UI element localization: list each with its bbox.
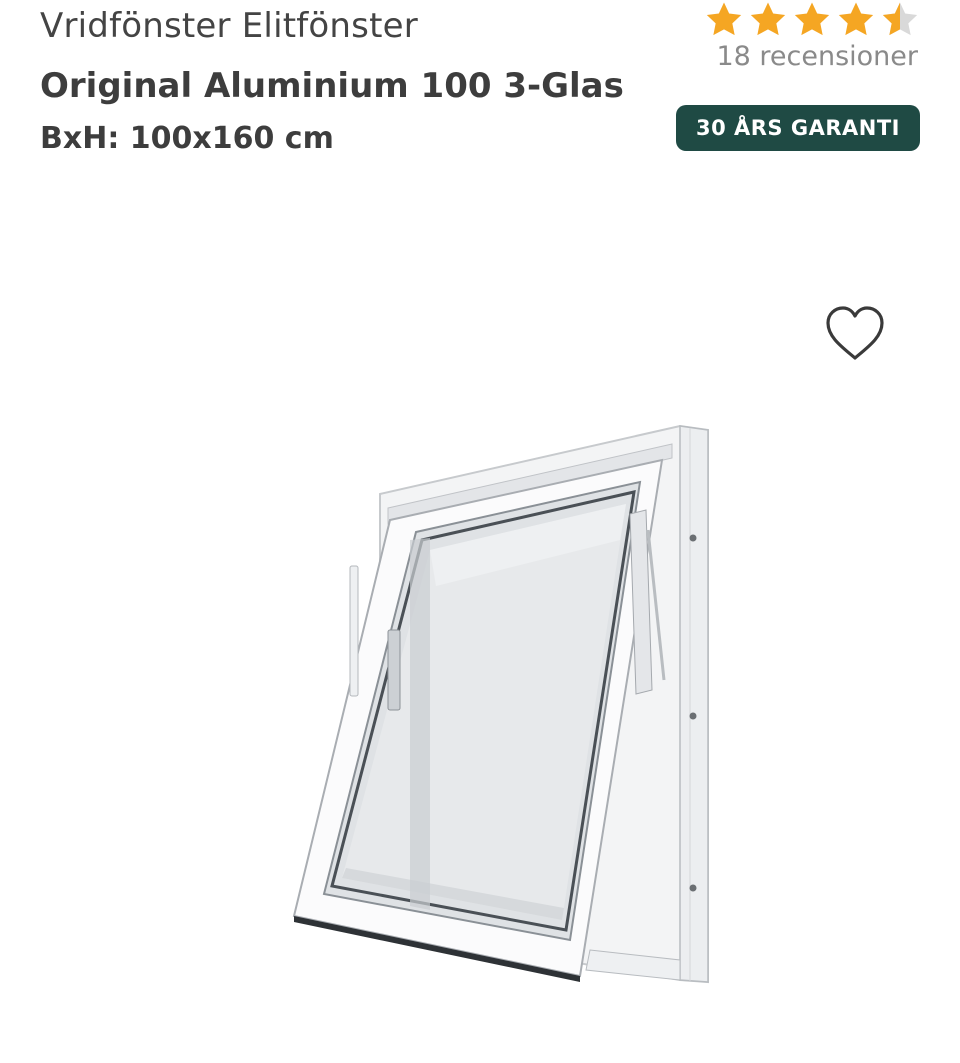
product-title: Original Aluminium 100 3-Glas — [40, 66, 624, 106]
favorite-button[interactable] — [822, 302, 888, 364]
star-rating[interactable] — [704, 0, 920, 40]
guarantee-badge: 30 ÅRS GARANTI — [675, 105, 920, 151]
star-icon — [838, 2, 874, 36]
star-icon — [706, 2, 742, 36]
product-dimensions: BxH: 100x160 cm — [40, 121, 334, 156]
star-icon — [794, 2, 830, 36]
review-count-link[interactable]: 18 recensioner — [716, 41, 918, 72]
product-header: Vridfönster Elitfönster Original Alumini… — [0, 0, 960, 180]
half-star-icon — [882, 2, 918, 36]
star-icon — [750, 2, 786, 36]
heart-outline-icon — [826, 306, 884, 360]
product-category: Vridfönster Elitfönster — [40, 6, 418, 46]
window-illustration — [292, 424, 709, 984]
product-image[interactable] — [280, 410, 740, 990]
